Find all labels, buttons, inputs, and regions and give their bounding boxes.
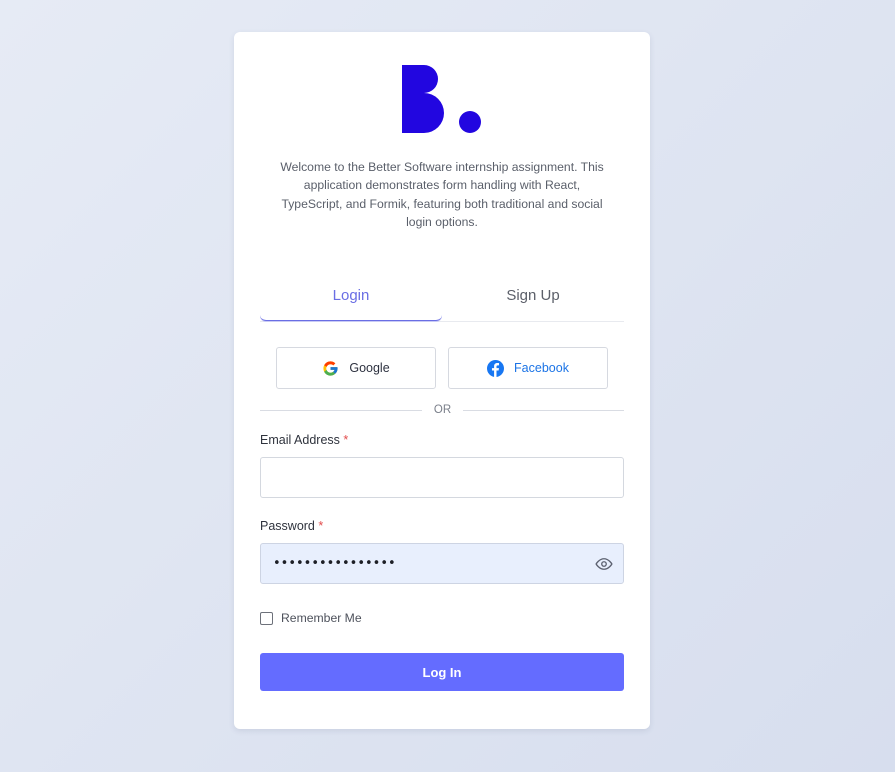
divider-line-right (463, 410, 624, 411)
divider-line-left (260, 410, 422, 411)
password-field (260, 543, 624, 584)
email-label-text: Email Address (260, 433, 340, 447)
remember-me-label: Remember Me (281, 611, 362, 625)
remember-me: Remember Me (260, 611, 362, 625)
facebook-login-button[interactable]: Facebook (448, 347, 608, 389)
log-in-button[interactable]: Log In (260, 653, 624, 691)
login-card: Welcome to the Better Software internshi… (234, 32, 650, 729)
welcome-text: Welcome to the Better Software internshi… (280, 160, 604, 230)
tab-login[interactable]: Login (260, 276, 442, 321)
password-label: Password * (260, 519, 323, 533)
password-label-text: Password (260, 519, 315, 533)
password-input[interactable] (261, 544, 581, 583)
eye-icon[interactable] (595, 555, 613, 573)
tab-sign-up[interactable]: Sign Up (442, 276, 624, 321)
email-input[interactable] (260, 457, 624, 498)
password-required-marker: * (318, 519, 324, 533)
facebook-icon (487, 359, 505, 377)
divider-label: OR (433, 404, 452, 416)
email-required-marker: * (343, 433, 349, 447)
auth-tabs: Login Sign Up (260, 276, 624, 322)
email-label: Email Address * (260, 433, 348, 447)
better-software-logo (402, 65, 481, 133)
google-login-button[interactable]: Google (276, 347, 436, 389)
google-icon (323, 360, 338, 376)
or-divider: OR (260, 403, 624, 417)
remember-me-checkbox[interactable] (260, 611, 273, 625)
facebook-button-label: Facebook (514, 361, 569, 375)
google-button-label: Google (349, 361, 390, 375)
